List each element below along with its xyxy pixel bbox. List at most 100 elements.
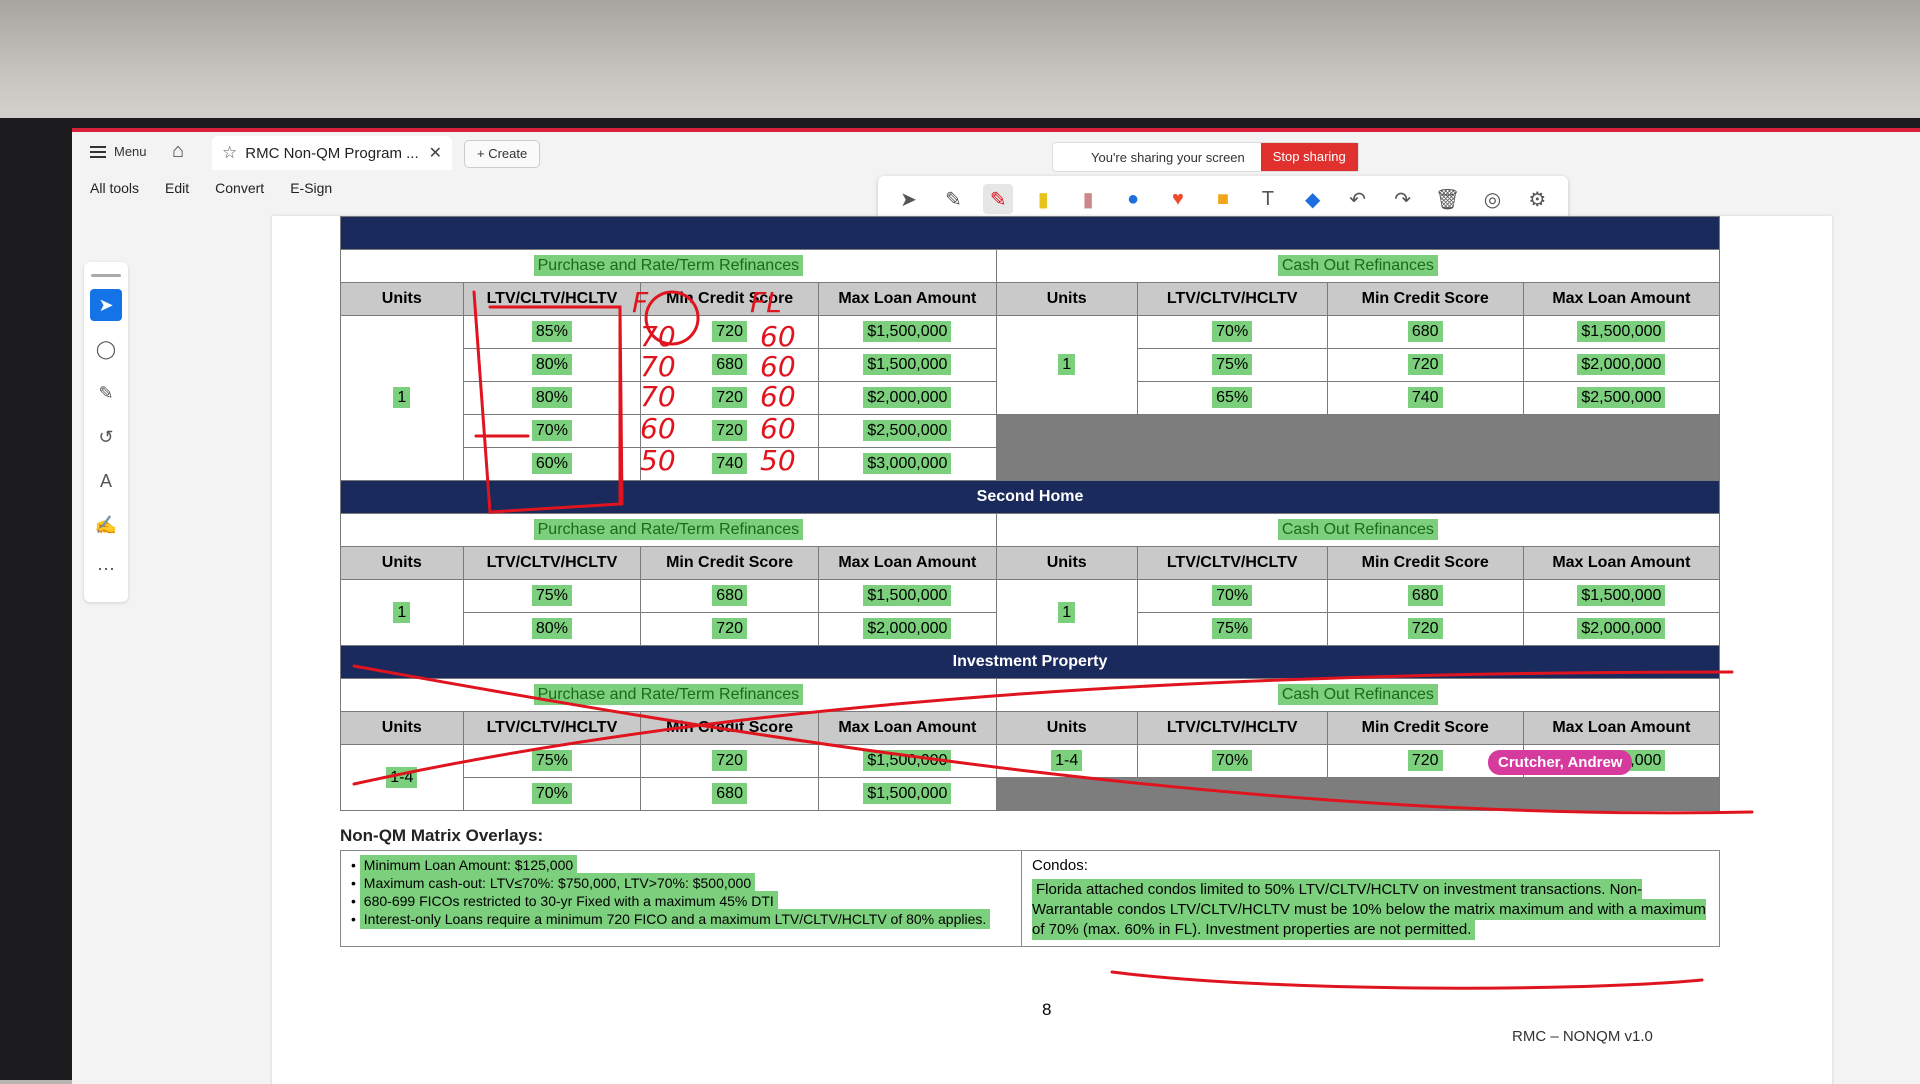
col-units: Units — [340, 546, 464, 580]
top-banner — [340, 216, 1720, 250]
page-number: 8 — [1042, 1000, 1052, 1019]
menu-all-tools[interactable]: All tools — [90, 180, 139, 210]
table-row: 1 85% 720 $1,500,000 1 70% 680 $1,500,00… — [340, 315, 1721, 481]
home-icon[interactable]: ⌂ — [172, 140, 184, 163]
col-credit: Min Credit Score — [1326, 546, 1524, 580]
overlay-list: • Minimum Loan Amount: $125,000 • Maximu… — [341, 851, 1022, 946]
second-home-banner: Second Home — [340, 480, 1720, 514]
list-item: • Minimum Loan Amount: $125,000 — [351, 855, 1011, 875]
eraser-icon[interactable]: ▮ — [1073, 184, 1103, 214]
document-tab[interactable]: ☆ RMC Non-QM Program ... ✕ — [212, 136, 452, 170]
redo-icon[interactable]: ↷ — [1388, 184, 1418, 214]
col-credit: Min Credit Score — [1326, 711, 1524, 745]
invest-right-title: Cash Out Refinances — [995, 678, 1721, 712]
highlighter-icon[interactable]: ▮ — [1028, 184, 1058, 214]
table-row: 1 75% 680 $1,500,000 1 70% 680 $1,500,00… — [340, 579, 1721, 646]
overlays-box: • Minimum Loan Amount: $125,000 • Maximu… — [340, 850, 1720, 947]
wall-background — [0, 0, 1920, 130]
lasso-tool-icon[interactable]: ↺ — [90, 421, 122, 453]
units-cell: 1 — [995, 315, 1138, 415]
camera-icon[interactable]: ◎ — [1477, 184, 1507, 214]
page-footer: RMC – NONQM v1.0 — [1512, 1028, 1653, 1045]
menu-esign[interactable]: E-Sign — [290, 180, 332, 210]
col-units: Units — [340, 282, 464, 316]
condos-title: Condos: — [1032, 857, 1088, 874]
pdf-page: Purchase and Rate/Term Refinances Cash O… — [272, 216, 1832, 1084]
shapes-icon[interactable]: ◆ — [1298, 184, 1328, 214]
col-max-loan: Max Loan Amount — [818, 711, 997, 745]
close-icon[interactable]: ✕ — [429, 143, 442, 163]
col-ltv: LTV/CLTV/HCLTV — [462, 282, 642, 316]
col-units: Units — [995, 711, 1138, 745]
col-units: Units — [995, 546, 1138, 580]
app-window: Menu ⌂ ☆ RMC Non-QM Program ... ✕ + Crea… — [72, 128, 1920, 1084]
menu-button[interactable]: Menu — [90, 144, 147, 159]
stop-sharing-button[interactable]: Stop sharing — [1260, 143, 1358, 171]
col-max-loan: Max Loan Amount — [1522, 711, 1721, 745]
condos-text: Florida attached condos limited to 50% L… — [1032, 879, 1706, 940]
list-item: • Maximum cash-out: LTV≤70%: $750,000, L… — [351, 873, 1011, 893]
matrix-document: Purchase and Rate/Term Refinances Cash O… — [340, 216, 1721, 811]
list-item: • Interest-only Loans require a minimum … — [351, 909, 1011, 929]
screen-share-banner: You're sharing your screen Stop sharing — [1052, 142, 1359, 172]
sharing-text: You're sharing your screen — [1091, 149, 1245, 165]
second-left-title: Purchase and Rate/Term Refinances — [340, 513, 997, 547]
hamburger-icon — [90, 145, 106, 158]
menu-bar: All tools Edit Convert E-Sign — [72, 180, 332, 210]
undo-icon[interactable]: ↶ — [1343, 184, 1373, 214]
col-credit: Min Credit Score — [1326, 282, 1524, 316]
more-icon[interactable]: ⋯ — [90, 553, 122, 585]
col-ltv: LTV/CLTV/HCLTV — [1136, 282, 1328, 316]
menu-label: Menu — [114, 144, 147, 159]
pen-tool-icon[interactable]: ✎ — [90, 377, 122, 409]
col-ltv: LTV/CLTV/HCLTV — [462, 546, 642, 580]
units-cell: 1 — [340, 315, 464, 481]
col-max-loan: Max Loan Amount — [1522, 282, 1721, 316]
col-max-loan: Max Loan Amount — [818, 546, 997, 580]
text-select-icon[interactable]: A — [90, 465, 122, 497]
sign-tool-icon[interactable]: ✍ — [90, 509, 122, 541]
col-units: Units — [340, 711, 464, 745]
overlays-section: Non-QM Matrix Overlays: • Minimum Loan A… — [340, 826, 1720, 947]
list-item: • 680-699 FICOs restricted to 30-yr Fixe… — [351, 891, 1011, 911]
matrix-table: Purchase and Rate/Term Refinances Cash O… — [340, 216, 1721, 811]
table-row: 70% 720 $2,500,000 — [341, 414, 1721, 481]
comment-tool-icon[interactable]: ◯ — [90, 333, 122, 365]
table-row: 70% 680 $1,500,000 — [341, 777, 1721, 811]
select-tool-icon[interactable]: ➤ — [90, 289, 122, 321]
empty-gray-block — [995, 414, 1721, 481]
gear-icon[interactable]: ⚙ — [1522, 184, 1552, 214]
drag-handle[interactable] — [91, 274, 121, 277]
col-max-loan: Max Loan Amount — [1522, 546, 1721, 580]
pen-red-icon[interactable]: ✎ — [983, 184, 1014, 214]
col-units: Units — [995, 282, 1138, 316]
comment-icon[interactable]: ● — [1118, 184, 1148, 214]
star-icon[interactable]: ☆ — [222, 143, 237, 163]
collaborator-cursor-label: Crutcher, Andrew — [1488, 750, 1633, 775]
menu-convert[interactable]: Convert — [215, 180, 264, 210]
trash-icon[interactable]: 🗑 — [1433, 184, 1463, 214]
tab-title: RMC Non-QM Program ... — [245, 144, 419, 162]
col-ltv: LTV/CLTV/HCLTV — [1136, 546, 1328, 580]
menu-edit[interactable]: Edit — [165, 180, 189, 210]
empty-gray-block — [995, 777, 1721, 811]
top-bar: Menu ⌂ ☆ RMC Non-QM Program ... ✕ + Crea… — [72, 132, 1920, 176]
primary-right-title: Cash Out Refinances — [995, 249, 1721, 283]
condos-note: Condos: Florida attached condos limited … — [1022, 851, 1719, 946]
sticky-note-icon[interactable]: ■ — [1208, 184, 1238, 214]
pointer-icon[interactable]: ➤ — [893, 184, 923, 214]
col-ltv: LTV/CLTV/HCLTV — [1136, 711, 1328, 745]
pen-gray-icon[interactable]: ✎ — [938, 184, 968, 214]
col-ltv: LTV/CLTV/HCLTV — [462, 711, 642, 745]
overlays-title: Non-QM Matrix Overlays: — [340, 826, 544, 845]
col-credit: Min Credit Score — [640, 282, 819, 316]
col-credit: Min Credit Score — [640, 711, 819, 745]
create-label: Create — [488, 146, 528, 161]
heart-icon[interactable]: ♥ — [1163, 184, 1193, 214]
text-icon[interactable]: T — [1253, 184, 1283, 214]
primary-left-title: Purchase and Rate/Term Refinances — [340, 249, 997, 283]
create-button[interactable]: + Create — [464, 140, 541, 168]
investment-banner: Investment Property — [340, 645, 1720, 679]
col-credit: Min Credit Score — [640, 546, 819, 580]
col-max-loan: Max Loan Amount — [818, 282, 997, 316]
